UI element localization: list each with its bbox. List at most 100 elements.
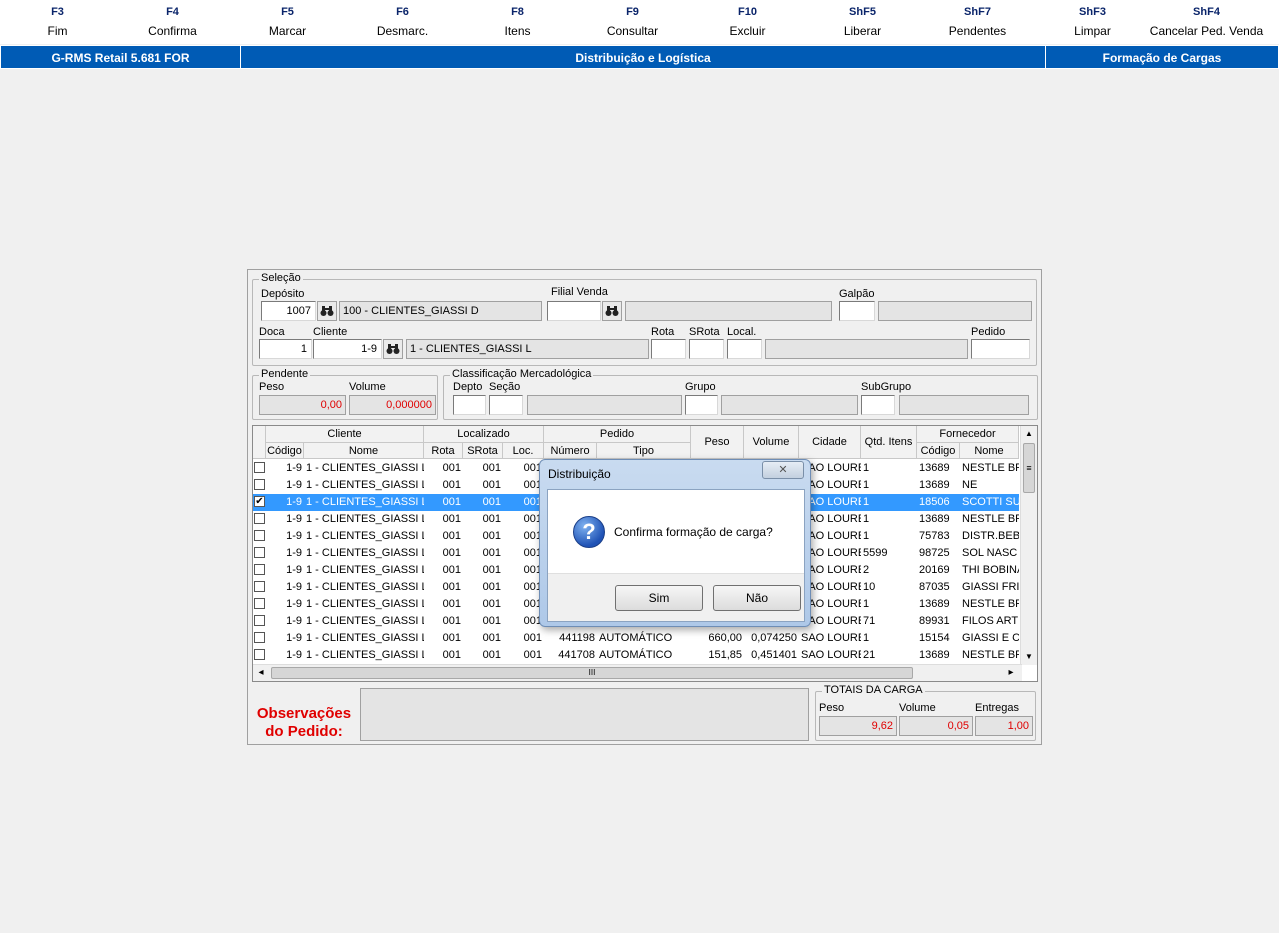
dialog-close-icon[interactable]: ✕	[762, 461, 804, 479]
codigo-cell: 1-9	[286, 530, 302, 542]
fornecedor-nome-column-header[interactable]: Nome	[960, 443, 1019, 459]
grid-vertical-scrollbar[interactable]: ▲ ≡ ▼	[1020, 426, 1037, 665]
numero-column-header[interactable]: Número	[544, 443, 597, 459]
fkey-f8-button[interactable]: F8 Itens	[460, 4, 575, 41]
srota-cell: 001	[482, 615, 501, 627]
row-checkbox[interactable]	[254, 547, 265, 558]
dialog-body: ? Confirma formação de carga? Sim Não	[547, 489, 805, 622]
table-row[interactable]: 1-9 1 - CLIENTES_GIASSI L 001 001 001 441708 A…	[253, 647, 1019, 664]
vertical-scroll-thumb[interactable]: ≡	[1023, 443, 1035, 493]
doca-input[interactable]: 1	[259, 339, 312, 359]
table-row[interactable]: 1-9 1 - CLIENTES_GIASSI L 001 001 001 441198 A…	[253, 630, 1019, 647]
srota-cell: 001	[482, 598, 501, 610]
row-checkbox[interactable]: ✔	[254, 496, 265, 507]
secao-input[interactable]	[489, 395, 523, 415]
depto-label: Depto	[453, 381, 483, 393]
pendente-volume-value: 0,000000	[349, 395, 436, 415]
srota-column-header[interactable]: SRota	[463, 443, 503, 459]
galpao-input[interactable]	[839, 301, 875, 321]
totais-peso-value: 9,62	[819, 716, 897, 736]
fornecedor-codigo-column-header[interactable]: Código	[917, 443, 960, 459]
rota-input[interactable]	[651, 339, 686, 359]
fornecedor-codigo-cell: 13689	[919, 649, 950, 661]
scroll-up-arrow-icon[interactable]: ▲	[1021, 426, 1037, 442]
fornecedor-nome-cell: NESTLE BR	[962, 649, 1019, 661]
horizontal-scroll-thumb[interactable]: III	[271, 667, 913, 679]
row-checkbox[interactable]	[254, 649, 265, 660]
deposito-input[interactable]: 1007	[261, 301, 316, 321]
deposito-search-binoculars-icon[interactable]	[317, 301, 337, 321]
fkey-f5-button[interactable]: F5 Marcar	[230, 4, 345, 41]
filial-venda-input[interactable]	[547, 301, 601, 321]
fkey-shf4-button[interactable]: ShF4 Cancelar Ped. Venda	[1149, 4, 1264, 41]
srota-cell: 001	[482, 581, 501, 593]
cliente-input[interactable]: 1-9	[313, 339, 382, 359]
cidade-column-header[interactable]: Cidade	[799, 426, 861, 459]
scroll-left-arrow-icon[interactable]: ◂	[253, 665, 269, 681]
row-checkbox[interactable]	[254, 598, 265, 609]
pedido-label: Pedido	[971, 326, 1006, 338]
srota-cell: 001	[482, 564, 501, 576]
fkey-f6-button[interactable]: F6 Desmarc.	[345, 4, 460, 41]
rota-cell: 001	[442, 564, 461, 576]
cliente-search-binoculars-icon[interactable]	[383, 339, 403, 359]
fkey-label: Desmarc.	[376, 24, 429, 38]
local-description	[765, 339, 968, 359]
srota-cell: 001	[482, 649, 501, 661]
subgrupo-input[interactable]	[861, 395, 895, 415]
selecao-group: Seleção Depósito 1007 100 - CLIENTES_GIA…	[252, 272, 1037, 366]
fkey-f4-button[interactable]: F4 Confirma	[115, 4, 230, 41]
fkey-label: Pendentes	[948, 24, 1007, 38]
nome-cell: 1 - CLIENTES_GIASSI L	[306, 598, 424, 610]
row-checkbox[interactable]	[254, 479, 265, 490]
pedido-input[interactable]	[971, 339, 1030, 359]
checkbox-header	[253, 426, 266, 459]
row-checkbox[interactable]	[254, 581, 265, 592]
fornecedor-codigo-cell: 13689	[919, 479, 950, 491]
deposito-description: 100 - CLIENTES_GIASSI D	[339, 301, 542, 321]
rota-column-header[interactable]: Rota	[424, 443, 463, 459]
row-checkbox[interactable]	[254, 615, 265, 626]
row-checkbox[interactable]	[254, 530, 265, 541]
fornecedor-column-group: Fornecedor	[917, 426, 1019, 443]
row-checkbox[interactable]	[254, 632, 265, 643]
grid-horizontal-scrollbar[interactable]: ◂ III ▸	[253, 664, 1022, 681]
nome-cell: 1 - CLIENTES_GIASSI L	[306, 462, 424, 474]
title-bar: G-RMS Retail 5.681 FOR Distribuição e Lo…	[0, 45, 1279, 69]
volume-column-header[interactable]: Volume	[744, 426, 799, 459]
qtd-itens-column-header[interactable]: Qtd. Itens	[861, 426, 917, 459]
scroll-right-arrow-icon[interactable]: ▸	[1003, 665, 1019, 681]
row-checkbox[interactable]	[254, 564, 265, 575]
grupo-input[interactable]	[685, 395, 718, 415]
tipo-column-header[interactable]: Tipo	[597, 443, 691, 459]
scroll-down-arrow-icon[interactable]: ▼	[1021, 649, 1037, 665]
filial-search-binoculars-icon[interactable]	[602, 301, 622, 321]
srota-input[interactable]	[689, 339, 724, 359]
loc-cell: 001	[523, 632, 542, 644]
codigo-column-header[interactable]: Código	[266, 443, 304, 459]
fkey-label: Confirma	[148, 24, 197, 38]
row-checkbox[interactable]	[254, 513, 265, 524]
fkey-shf5-button[interactable]: ShF5 Liberar	[805, 4, 920, 41]
nome-cell: 1 - CLIENTES_GIASSI L	[306, 632, 424, 644]
srota-cell: 001	[482, 513, 501, 525]
qtd-itens-cell: 5599	[863, 547, 888, 559]
fornecedor-nome-cell: SCOTTI SU	[962, 496, 1019, 508]
fkey-f9-button[interactable]: F9 Consultar	[575, 4, 690, 41]
observacoes-textarea[interactable]	[360, 688, 809, 741]
fkey-f3-button[interactable]: F3 Fim	[0, 4, 115, 41]
loc-column-header[interactable]: Loc.	[503, 443, 544, 459]
localizado-column-group: Localizado	[424, 426, 544, 443]
fornecedor-codigo-cell: 18506	[919, 496, 950, 508]
depto-input[interactable]	[453, 395, 486, 415]
row-checkbox[interactable]	[254, 462, 265, 473]
peso-column-header[interactable]: Peso	[691, 426, 744, 459]
fkey-shf3-button[interactable]: ShF3 Limpar	[1035, 4, 1150, 41]
local-input[interactable]	[727, 339, 762, 359]
nao-button[interactable]: Não	[713, 585, 801, 611]
nome-column-header[interactable]: Nome	[304, 443, 424, 459]
totais-volume-label: Volume	[899, 702, 936, 714]
fkey-f10-button[interactable]: F10 Excluir	[690, 4, 805, 41]
sim-button[interactable]: Sim	[615, 585, 703, 611]
fkey-shf7-button[interactable]: ShF7 Pendentes	[920, 4, 1035, 41]
